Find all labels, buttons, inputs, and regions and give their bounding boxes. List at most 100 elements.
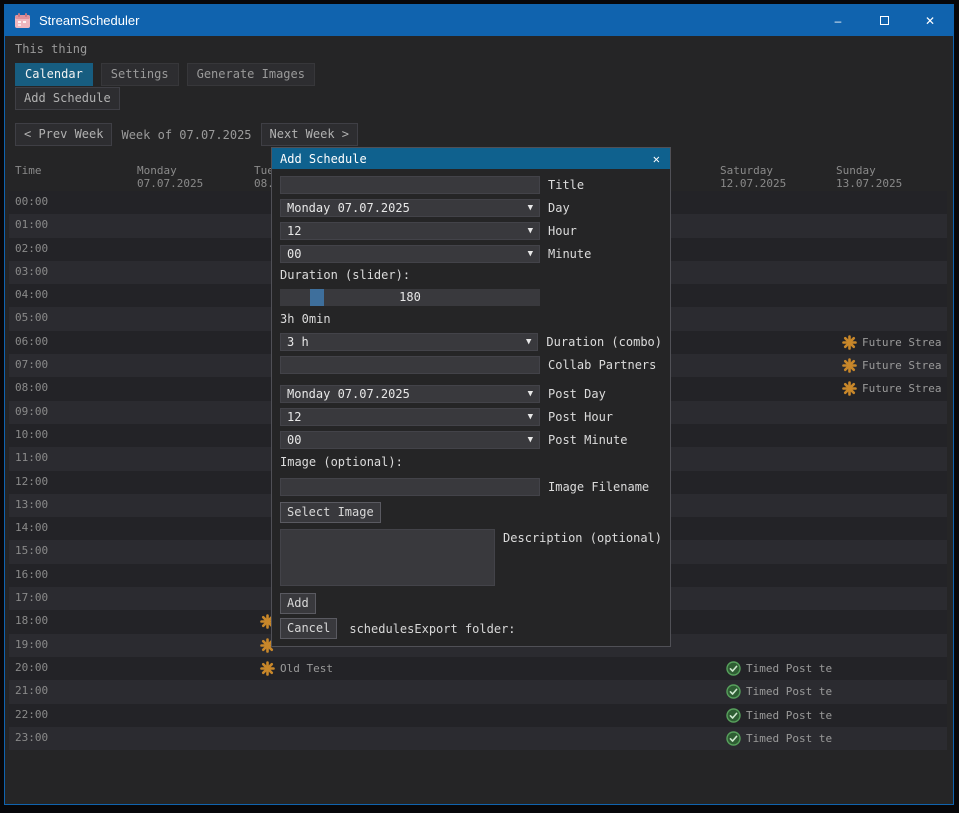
schedule-entry-title: Timed Post te xyxy=(746,709,832,722)
close-button[interactable]: ✕ xyxy=(907,5,953,36)
schedule-entry[interactable]: Timed Post te xyxy=(726,657,943,680)
add-button[interactable]: Add xyxy=(280,593,316,614)
title-input[interactable] xyxy=(280,176,540,194)
schedule-entry-title: Old Test xyxy=(280,662,333,675)
description-textarea[interactable] xyxy=(280,529,495,586)
select-image-button[interactable]: Select Image xyxy=(280,502,381,523)
dialog-title: Add Schedule xyxy=(280,152,367,166)
time-label: 15:00 xyxy=(15,544,48,557)
time-label: 21:00 xyxy=(15,684,48,697)
week-navigation: < Prev Week Week of 07.07.2025 Next Week… xyxy=(15,123,358,146)
duration-combo-label: Duration (combo) xyxy=(546,335,662,349)
time-label: 22:00 xyxy=(15,708,48,721)
post-hour-label: Post Hour xyxy=(548,410,613,424)
day-date: 13.07.2025 xyxy=(836,177,902,190)
app-calendar-icon xyxy=(14,13,31,29)
schedule-entry[interactable]: Timed Post te xyxy=(726,680,943,703)
post-day-combobox[interactable]: Monday 07.07.2025 ▼ xyxy=(280,385,540,403)
window-title: StreamScheduler xyxy=(39,13,139,28)
stream-star-icon xyxy=(842,335,857,350)
prev-week-button[interactable]: < Prev Week xyxy=(15,123,112,146)
tab-calendar[interactable]: Calendar xyxy=(15,63,93,86)
schedule-entry[interactable]: Future Strea xyxy=(842,331,943,354)
day-column-header: Monday07.07.2025 xyxy=(137,164,203,190)
timed-check-icon xyxy=(726,661,741,676)
duration-combobox[interactable]: 3 h ▼ xyxy=(280,333,538,351)
duration-slider-label: Duration (slider): xyxy=(280,268,662,282)
day-date: 12.07.2025 xyxy=(720,177,786,190)
minute-field-label: Minute xyxy=(548,247,591,261)
collab-partners-input[interactable] xyxy=(280,356,540,374)
time-label: 19:00 xyxy=(15,638,48,651)
maximize-icon xyxy=(880,16,889,25)
post-hour-combobox[interactable]: 12 ▼ xyxy=(280,408,540,426)
dialog-close-icon[interactable]: ✕ xyxy=(651,152,662,166)
timed-check-icon xyxy=(726,731,741,746)
chevron-down-icon: ▼ xyxy=(528,389,533,399)
day-column-header: Saturday12.07.2025 xyxy=(720,164,786,190)
image-filename-input[interactable] xyxy=(280,478,540,496)
schedule-entry-title: Future Strea xyxy=(862,336,941,349)
schedule-entry-title: Future Strea xyxy=(862,359,941,372)
tab-bar: Calendar Settings Generate Images xyxy=(15,63,315,86)
minute-combobox[interactable]: 00 ▼ xyxy=(280,245,540,263)
next-week-button[interactable]: Next Week > xyxy=(261,123,358,146)
hour-field-label: Hour xyxy=(548,224,577,238)
time-label: 09:00 xyxy=(15,405,48,418)
dialog-body: Title Monday 07.07.2025 ▼ Day 12 ▼ Hour … xyxy=(272,169,670,639)
tab-settings[interactable]: Settings xyxy=(101,63,179,86)
description-label: Description (optional) xyxy=(503,531,662,545)
time-label: 03:00 xyxy=(15,265,48,278)
maximize-button[interactable] xyxy=(861,5,907,36)
schedule-entry-title: Future Strea xyxy=(862,382,941,395)
time-label: 02:00 xyxy=(15,242,48,255)
hour-combobox[interactable]: 12 ▼ xyxy=(280,222,540,240)
duration-slider[interactable]: 180 xyxy=(280,289,540,306)
schedule-entry[interactable]: Future Strea xyxy=(842,377,943,400)
schedule-entry-title: Timed Post te xyxy=(746,662,832,675)
schedule-entry-title: Timed Post te xyxy=(746,732,832,745)
day-date: 07.07.2025 xyxy=(137,177,203,190)
schedule-entry[interactable]: Timed Post te xyxy=(726,727,943,750)
duration-readout: 3h 0min xyxy=(280,312,662,326)
cancel-button[interactable]: Cancel xyxy=(280,618,337,639)
minute-combobox-value: 00 xyxy=(287,247,301,261)
chevron-down-icon: ▼ xyxy=(528,249,533,259)
image-filename-label: Image Filename xyxy=(548,480,649,494)
chevron-down-icon: ▼ xyxy=(528,203,533,213)
time-label: 17:00 xyxy=(15,591,48,604)
day-field-label: Day xyxy=(548,201,570,215)
title-bar: StreamScheduler – ✕ xyxy=(5,5,953,36)
time-label: 10:00 xyxy=(15,428,48,441)
tab-generate-images[interactable]: Generate Images xyxy=(187,63,315,86)
day-column-header: Sunday13.07.2025 xyxy=(836,164,902,190)
time-label: 11:00 xyxy=(15,451,48,464)
post-hour-combobox-value: 12 xyxy=(287,410,301,424)
minimize-button[interactable]: – xyxy=(815,5,861,36)
schedule-entry-title: Timed Post te xyxy=(746,685,832,698)
time-label: 07:00 xyxy=(15,358,48,371)
post-day-label: Post Day xyxy=(548,387,606,401)
schedule-entry[interactable]: Future Strea xyxy=(842,354,943,377)
app-window: StreamScheduler – ✕ This thing Calendar … xyxy=(4,4,954,805)
stream-star-icon xyxy=(842,381,857,396)
chevron-down-icon: ▼ xyxy=(528,226,533,236)
time-label: 12:00 xyxy=(15,475,48,488)
chevron-down-icon: ▼ xyxy=(528,435,533,445)
image-section-label: Image (optional): xyxy=(280,455,662,469)
post-minute-label: Post Minute xyxy=(548,433,627,447)
time-label: 14:00 xyxy=(15,521,48,534)
day-combobox-value: Monday 07.07.2025 xyxy=(287,201,410,215)
post-day-combobox-value: Monday 07.07.2025 xyxy=(287,387,410,401)
time-label: 04:00 xyxy=(15,288,48,301)
schedule-entry[interactable]: Timed Post te xyxy=(726,704,943,727)
dialog-title-bar[interactable]: Add Schedule ✕ xyxy=(272,148,670,169)
timed-check-icon xyxy=(726,708,741,723)
menu-item-this-thing[interactable]: This thing xyxy=(15,42,87,56)
day-combobox[interactable]: Monday 07.07.2025 ▼ xyxy=(280,199,540,217)
add-schedule-button[interactable]: Add Schedule xyxy=(15,87,120,110)
stream-star-icon xyxy=(260,661,275,676)
schedules-export-folder-label: schedulesExport folder: xyxy=(349,622,515,636)
time-label: 18:00 xyxy=(15,614,48,627)
post-minute-combobox[interactable]: 00 ▼ xyxy=(280,431,540,449)
